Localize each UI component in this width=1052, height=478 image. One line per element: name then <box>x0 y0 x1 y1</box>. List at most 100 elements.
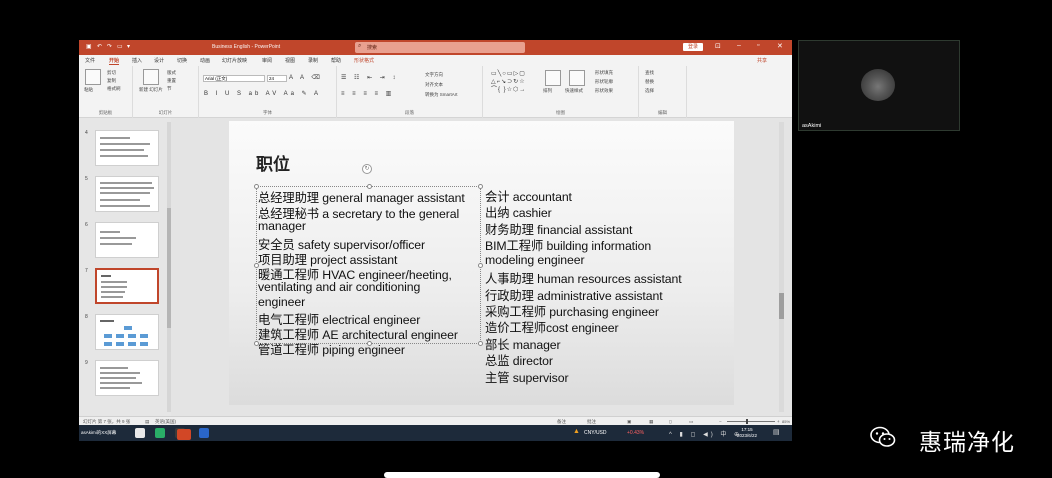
share-button[interactable]: 共享 <box>757 57 767 64</box>
font-size-buttons[interactable]: A A ⌫ <box>289 74 323 81</box>
convert-smartart-button[interactable]: 转换为 SmartArt <box>425 92 458 98</box>
search-input[interactable]: ⌕ 搜索 <box>355 42 525 53</box>
meeting-app-icon[interactable] <box>199 428 209 438</box>
job-title-line: ventilating and air conditioning <box>258 280 421 294</box>
tab-help[interactable]: 帮助 <box>331 57 341 64</box>
stock-widget-icon[interactable]: ▲ <box>573 428 580 435</box>
zoom-slider[interactable] <box>727 421 775 422</box>
zoom-level[interactable]: 85% <box>782 419 790 424</box>
tab-view[interactable]: 视图 <box>285 57 295 64</box>
shape-effects-button[interactable]: 形状效果 <box>595 88 613 94</box>
new-slide-label: 新建 幻灯片 <box>139 87 163 92</box>
shape-outline-button[interactable]: 形状轮廓 <box>595 79 613 85</box>
font-group: Arial (正文) 24 A A ⌫ B I U S ab AV Aa ✎ A… <box>199 66 337 118</box>
select-button[interactable]: 选择 <box>645 88 654 94</box>
reset-button[interactable]: 重置 <box>167 78 176 84</box>
thumb-number: 7 <box>85 268 88 274</box>
slide-thumb-4[interactable] <box>95 130 159 166</box>
arrange-icon[interactable] <box>545 70 561 86</box>
slide-thumb-7[interactable] <box>95 268 159 304</box>
file-explorer-icon[interactable] <box>135 428 145 438</box>
arrange-label: 排列 <box>543 88 552 93</box>
system-tray-icons[interactable]: ^ ▮ ◻ ◀) 中 ⊕ <box>669 429 742 438</box>
job-title-line: 管道工程师 piping engineer <box>258 343 405 357</box>
font-name-select[interactable]: Arial (正文) <box>203 75 265 82</box>
present-icon[interactable]: ▭ <box>117 43 123 50</box>
align-text-button[interactable]: 对齐文本 <box>425 82 443 88</box>
tab-insert[interactable]: 插入 <box>132 57 142 64</box>
slide-thumb-8[interactable] <box>95 314 159 350</box>
tab-file[interactable]: 文件 <box>85 57 95 64</box>
tab-home[interactable]: 开始 <box>109 57 120 65</box>
section-button[interactable]: 节 <box>167 86 172 92</box>
ribbon-display-icon[interactable]: ⊡ <box>715 42 721 50</box>
zoom-in-icon[interactable]: + <box>777 419 780 424</box>
notification-icon[interactable]: ▤ <box>773 428 780 436</box>
clock[interactable]: 17:15 2023/6/22 <box>737 427 757 439</box>
slide-thumb-5[interactable] <box>95 176 159 212</box>
quick-styles-icon[interactable] <box>569 70 585 86</box>
zoom-out-icon[interactable]: − <box>719 419 722 424</box>
replace-button[interactable]: 替换 <box>645 79 654 85</box>
title-bar: ▣ ↶ ↷ ▭ ▾ Business English - PowerPoint … <box>79 40 792 55</box>
minimize-icon[interactable]: – <box>737 42 741 49</box>
close-icon[interactable]: ✕ <box>777 42 783 50</box>
powerpoint-icon[interactable] <box>177 429 191 440</box>
tab-animations[interactable]: 动画 <box>200 57 210 64</box>
save-icon[interactable]: ▣ <box>86 43 92 50</box>
maximize-icon[interactable]: ▫ <box>757 42 759 49</box>
canvas-scrollbar[interactable] <box>779 122 784 412</box>
shape-fill-button[interactable]: 形状填充 <box>595 70 613 76</box>
search-icon: ⌕ <box>358 43 362 49</box>
job-title-line: 造价工程师cost engineer <box>485 321 619 335</box>
customize-toolbar-icon[interactable]: ▾ <box>127 43 130 50</box>
group-label: 幻灯片 <box>158 110 173 115</box>
list-buttons[interactable]: ☰ ☷ ⇤ ⇥ ↕ <box>341 74 398 81</box>
group-label: 绘图 <box>556 110 565 115</box>
canvas-scrollbar-thumb[interactable] <box>779 293 784 319</box>
currency-pair[interactable]: CNY/USD <box>584 430 607 436</box>
thumb-number: 9 <box>85 360 88 366</box>
tab-slideshow[interactable]: 幻灯片放映 <box>222 57 247 64</box>
undo-icon[interactable]: ↶ <box>97 43 102 50</box>
redo-icon[interactable]: ↷ <box>107 43 112 50</box>
editing-group: 查找 替换 选择 编辑 <box>639 66 687 118</box>
paste-icon[interactable] <box>85 69 101 85</box>
find-button[interactable]: 查找 <box>645 70 654 76</box>
job-title-line: modeling engineer <box>485 253 585 267</box>
job-title-line: manager <box>258 219 306 233</box>
layout-button[interactable]: 版式 <box>167 70 176 76</box>
clock-date: 2023/6/22 <box>737 433 758 438</box>
resize-handle[interactable] <box>478 341 483 346</box>
job-title-line: engineer <box>258 295 306 309</box>
new-slide-icon[interactable] <box>143 69 159 85</box>
wechat-icon[interactable] <box>155 428 165 438</box>
thumb-number: 5 <box>85 176 88 182</box>
slide-title[interactable]: 职位 <box>256 150 290 175</box>
resize-handle[interactable] <box>478 263 483 268</box>
resize-handle[interactable] <box>478 184 483 189</box>
job-title-line: 人事助理 human resources assistant <box>485 272 682 286</box>
tab-transitions[interactable]: 切换 <box>177 57 187 64</box>
format-painter-button[interactable]: 格式刷 <box>107 86 121 92</box>
font-style-buttons[interactable]: B I U S ab AV Aa ✎ A <box>204 90 321 97</box>
tab-design[interactable]: 设计 <box>154 57 164 64</box>
slide-thumb-9[interactable] <box>95 360 159 396</box>
ribbon: 粘贴 剪切 复制 格式刷 剪贴板 新建 幻灯片 版式 重置 节 幻灯片 Aria… <box>79 66 792 118</box>
text-direction-button[interactable]: 文字方向 <box>425 72 443 78</box>
quick-styles-label: 快速样式 <box>565 88 583 93</box>
tab-shape-format[interactable]: 形状格式 <box>354 57 374 64</box>
login-button[interactable]: 登录 <box>683 43 703 51</box>
copy-button[interactable]: 复制 <box>107 78 116 84</box>
participant-video-tile[interactable]: asAkimi <box>798 40 960 131</box>
slide-canvas[interactable]: 职位 ↻ 总经理助理 general manager assistant 总经理… <box>229 121 734 405</box>
slide-thumb-6[interactable] <box>95 222 159 258</box>
zoom-slider-knob[interactable] <box>746 419 748 424</box>
cut-button[interactable]: 剪切 <box>107 70 116 76</box>
shapes-gallery[interactable]: ▭╲○▭▷▢ △⌐↘⊃↻☆ ⌒{ }☆⬡→ <box>491 70 537 96</box>
rotate-handle-icon[interactable]: ↻ <box>362 164 372 174</box>
font-size-select[interactable]: 24 <box>267 75 287 82</box>
align-buttons[interactable]: ≡ ≡ ≡ ≡ ▥ <box>341 90 394 97</box>
tab-review[interactable]: 审阅 <box>262 57 272 64</box>
tab-record[interactable]: 录制 <box>308 57 318 64</box>
